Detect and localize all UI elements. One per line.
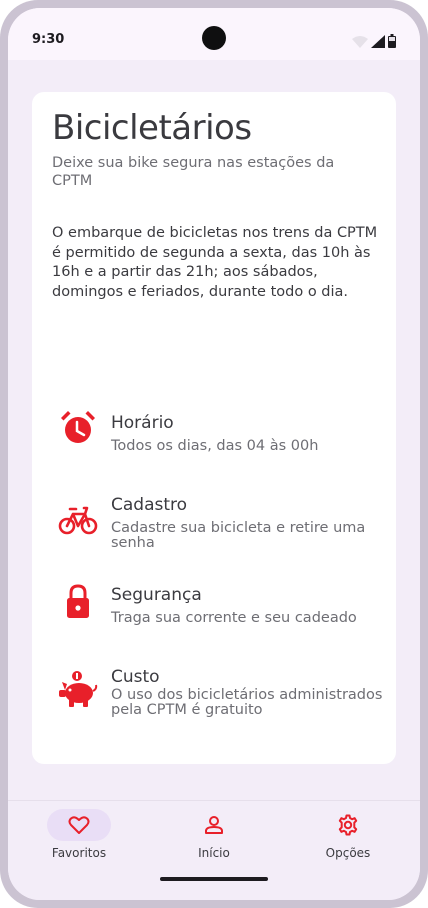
intro-text: O embarque de bicicletas nos trens da CP… — [52, 225, 378, 300]
screen: 9:30 Bicicletários Deixe sua bike segura… — [8, 8, 420, 900]
info-card: Bicicletários Deixe sua bike segura nas … — [32, 92, 396, 764]
nav-label-opcoes: Opções — [325, 846, 371, 860]
heart-icon — [68, 816, 90, 834]
system-icons — [352, 34, 396, 48]
gear-icon — [338, 814, 358, 836]
item-description: Cadastre sua bicicleta e retire uma senh… — [111, 520, 366, 551]
page-title: Bicicletários — [52, 108, 252, 148]
nav-label-favoritos: Favoritos — [51, 846, 107, 860]
page-subtitle: Deixe sua bike segura nas estações da CP… — [52, 155, 335, 189]
nav-item-inicio[interactable]: Início — [154, 801, 274, 881]
camera-cutout — [202, 26, 226, 50]
piggy-bank-icon — [59, 671, 98, 707]
item-title: Segurança — [111, 585, 202, 605]
bottom-navigation: Favoritos Início Opções — [8, 800, 420, 900]
home-indicator[interactable] — [160, 877, 268, 881]
device-frame: 9:30 Bicicletários Deixe sua bike segura… — [0, 0, 428, 908]
battery-icon — [388, 34, 396, 48]
item-title: Horário — [111, 413, 174, 433]
person-icon — [205, 816, 223, 834]
item-description: Todos os dias, das 04 às 00h — [111, 438, 319, 454]
info-item-cadastro: Cadastro Cadastre sua bicicleta e retire… — [32, 486, 396, 556]
signal-icon — [371, 35, 385, 48]
info-item-horario: Horário Todos os dias, das 04 às 00h — [32, 400, 396, 470]
item-title: Custo — [111, 667, 160, 687]
item-title: Cadastro — [111, 495, 188, 515]
nav-label-inicio: Início — [198, 846, 230, 860]
status-bar: 9:30 — [8, 8, 420, 60]
status-time: 9:30 — [32, 32, 65, 47]
wifi-icon — [352, 36, 368, 48]
alarm-clock-icon — [61, 411, 95, 443]
nav-item-favoritos[interactable]: Favoritos — [19, 801, 139, 881]
lock-icon — [67, 584, 89, 618]
nav-item-opcoes[interactable]: Opções — [288, 801, 408, 881]
info-item-custo: Custo O uso dos bicicletários administra… — [32, 658, 396, 728]
info-item-seguranca: Segurança Traga sua corrente e seu cadea… — [32, 576, 396, 646]
bicycle-icon — [58, 506, 98, 535]
item-description: Traga sua corrente e seu cadeado — [111, 610, 357, 626]
item-description: O uso dos bicicletários administrados pe… — [111, 687, 383, 718]
